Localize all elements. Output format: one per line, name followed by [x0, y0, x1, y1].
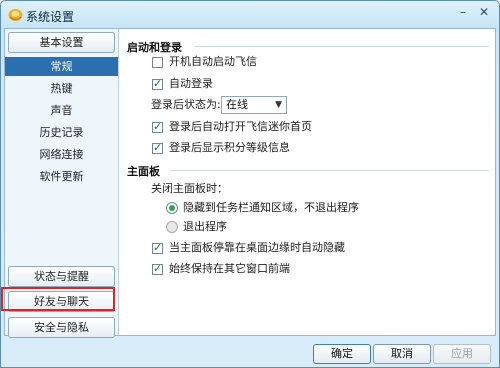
show-points-label: 登录后显示积分等级信息: [169, 141, 290, 154]
hide-to-tray-label: 隐藏到任务栏通知区域，不退出程序: [183, 201, 359, 214]
sidebar-item-hotkeys[interactable]: 热键: [5, 79, 118, 98]
autologin-label: 自动登录: [169, 77, 213, 90]
status-reminder-button[interactable]: 状态与提醒: [8, 266, 115, 287]
hide-to-tray-radio[interactable]: [166, 202, 178, 214]
close-panel-label: 关闭主面板时：: [151, 182, 228, 195]
security-privacy-button[interactable]: 安全与隐私: [8, 317, 115, 338]
minimize-icon[interactable]: –: [453, 4, 473, 20]
autostart-checkbox[interactable]: [152, 57, 163, 68]
apply-button[interactable]: 应用: [433, 344, 491, 364]
title-bar: 系统设置 – ✕: [1, 1, 499, 29]
status-select[interactable]: 在线 ▼: [221, 96, 287, 114]
sidebar-item-network[interactable]: 网络连接: [5, 145, 118, 164]
always-on-top-checkbox[interactable]: [152, 262, 163, 275]
open-home-label: 登录后自动打开飞信迷你首页: [169, 120, 312, 133]
sidebar-item-general[interactable]: 常规: [5, 57, 118, 76]
ok-button[interactable]: 确定: [313, 344, 371, 364]
autostart-label: 开机自动启动飞信: [169, 55, 257, 68]
highlight-annotation: [1, 287, 115, 311]
auto-hide-label: 当主面板停靠在桌面边缘时自动隐藏: [169, 241, 345, 254]
section-divider: [170, 170, 489, 171]
window-title: 系统设置: [26, 10, 75, 24]
autologin-checkbox[interactable]: [152, 77, 163, 90]
sidebar-item-sound[interactable]: 声音: [5, 101, 118, 120]
section-title-startup: 启动和登录: [127, 41, 182, 54]
status-label: 登录后状态为:: [151, 98, 221, 111]
settings-window: 系统设置 – ✕ 基本设置 常规 热键 声音 历史记录 网络连接 软件更新 状态…: [0, 0, 500, 368]
basic-settings-button[interactable]: 基本设置: [8, 32, 115, 53]
auto-hide-checkbox[interactable]: [152, 241, 163, 254]
open-home-checkbox[interactable]: [152, 120, 163, 133]
section-divider: [195, 46, 489, 47]
app-logo-icon: [8, 9, 23, 21]
exit-program-radio[interactable]: [166, 221, 178, 233]
close-icon[interactable]: ✕: [474, 4, 494, 20]
status-select-value: 在线: [226, 98, 248, 111]
sidebar-item-update[interactable]: 软件更新: [5, 167, 118, 186]
show-points-checkbox[interactable]: [152, 141, 163, 154]
dropdown-arrow-icon: ▼: [275, 100, 282, 110]
exit-program-label: 退出程序: [183, 220, 227, 233]
cancel-button[interactable]: 取消: [373, 344, 431, 364]
section-title-main-panel: 主面板: [127, 165, 160, 178]
sidebar-item-history[interactable]: 历史记录: [5, 123, 118, 142]
always-on-top-label: 始终保持在其它窗口前端: [169, 262, 290, 275]
